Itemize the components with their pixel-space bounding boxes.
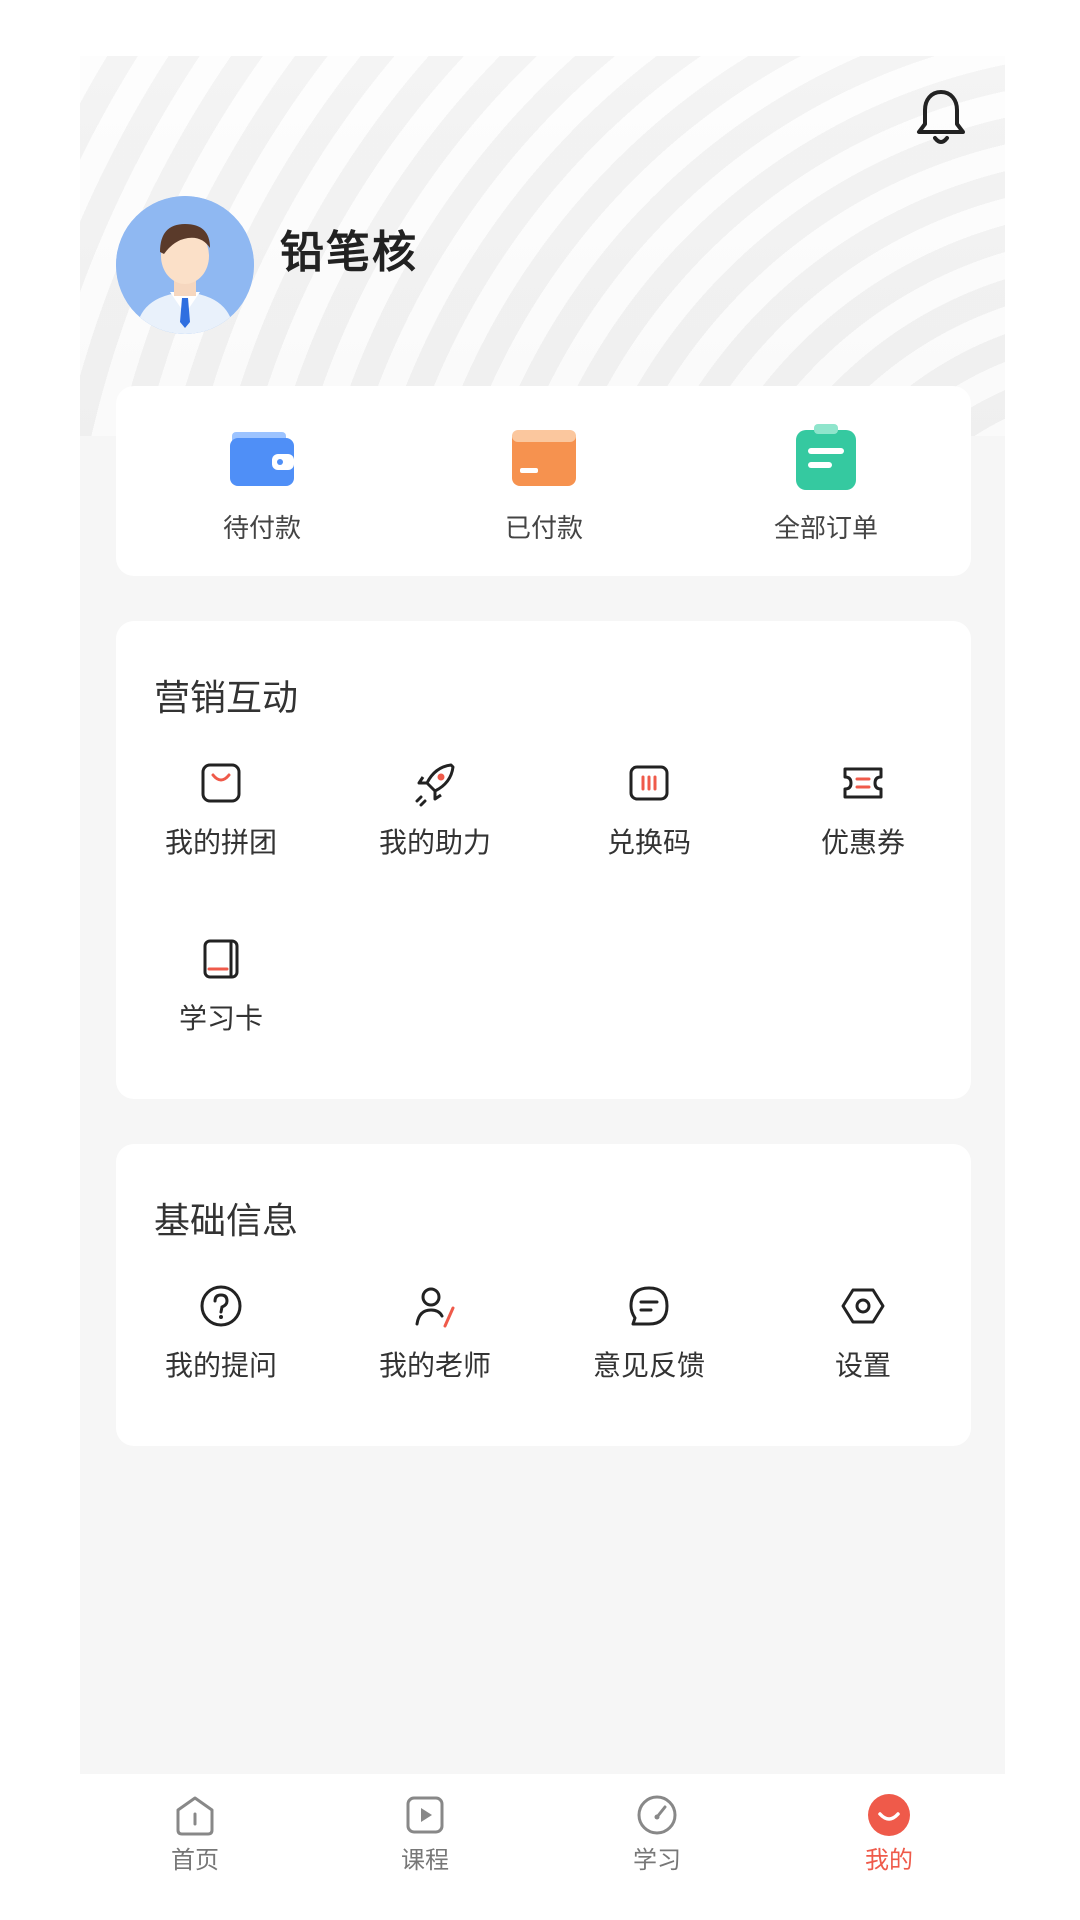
- paid-button[interactable]: 已付款: [434, 422, 654, 545]
- my-boost-label: 我的助力: [378, 826, 491, 859]
- my-questions-button[interactable]: 我的提问: [121, 1282, 321, 1384]
- bottom-tab-bar: 首页 课程 学习 我的: [80, 1774, 1005, 1920]
- all-orders-button[interactable]: 全部订单: [716, 422, 936, 545]
- username: 铅笔核: [280, 227, 418, 278]
- card-icon: [512, 430, 576, 486]
- shopping-bag-icon: [201, 763, 241, 803]
- home-icon: [176, 1796, 214, 1836]
- clipboard-icon: [796, 424, 856, 490]
- settings-icon: [841, 1288, 885, 1324]
- my-boost-button[interactable]: 我的助力: [335, 759, 535, 861]
- coupon-icon: [843, 767, 883, 799]
- redeem-code-label: 兑换码: [606, 826, 691, 859]
- marketing-card: 营销互动 我的拼团 我的助力 兑换码 优惠券 学习卡: [116, 621, 971, 1099]
- gauge-icon: [637, 1795, 677, 1835]
- smile-face-icon: [868, 1794, 910, 1836]
- pending-payment-button[interactable]: 待付款: [152, 422, 372, 545]
- my-teacher-label: 我的老师: [378, 1349, 491, 1382]
- marketing-title: 营销互动: [154, 678, 299, 719]
- settings-label: 设置: [834, 1349, 891, 1382]
- coupon-button[interactable]: 优惠券: [763, 759, 963, 861]
- feedback-icon: [629, 1286, 669, 1326]
- my-teacher-button[interactable]: 我的老师: [335, 1282, 535, 1384]
- tab-study-label: 学习: [633, 1846, 681, 1874]
- rocket-icon: [415, 763, 455, 807]
- my-group-buy-label: 我的拼团: [164, 826, 277, 859]
- wallet-icon: [230, 432, 294, 486]
- study-card-button[interactable]: 学习卡: [121, 935, 321, 1037]
- feedback-label: 意见反馈: [592, 1349, 705, 1382]
- question-icon: [200, 1285, 242, 1327]
- settings-button[interactable]: 设置: [763, 1282, 963, 1384]
- basic-info-card: 基础信息 我的提问 我的老师 意见反馈 设置: [116, 1144, 971, 1446]
- book-icon: [203, 939, 239, 979]
- pending-payment-label: 待付款: [222, 514, 301, 544]
- tab-home[interactable]: 首页: [80, 1792, 310, 1875]
- profile-page: 铅笔核 待付款 已付款 全部订单 营销互动 我的拼团 我的助力 兑换码 优惠券 …: [80, 56, 1005, 1920]
- tab-home-label: 首页: [171, 1846, 219, 1874]
- orders-card: 待付款 已付款 全部订单: [116, 386, 971, 576]
- tab-courses-label: 课程: [401, 1846, 449, 1874]
- avatar-person-icon: [116, 196, 254, 334]
- basic-info-title: 基础信息: [154, 1201, 299, 1242]
- tab-mine[interactable]: 我的: [774, 1792, 1004, 1875]
- my-questions-label: 我的提问: [164, 1349, 277, 1382]
- redeem-code-icon: [629, 765, 669, 801]
- paid-label: 已付款: [504, 514, 583, 544]
- study-card-label: 学习卡: [178, 1002, 263, 1035]
- tab-mine-label: 我的: [865, 1846, 913, 1874]
- my-group-buy-button[interactable]: 我的拼团: [121, 759, 321, 861]
- avatar[interactable]: [116, 196, 254, 334]
- redeem-code-button[interactable]: 兑换码: [549, 759, 749, 861]
- tab-courses[interactable]: 课程: [310, 1792, 540, 1875]
- play-video-icon: [406, 1796, 444, 1834]
- all-orders-label: 全部订单: [773, 514, 878, 544]
- feedback-button[interactable]: 意见反馈: [549, 1282, 749, 1384]
- teacher-icon: [415, 1287, 455, 1328]
- notification-bell-icon[interactable]: [913, 86, 969, 150]
- tab-study[interactable]: 学习: [542, 1792, 772, 1875]
- coupon-label: 优惠券: [820, 826, 905, 859]
